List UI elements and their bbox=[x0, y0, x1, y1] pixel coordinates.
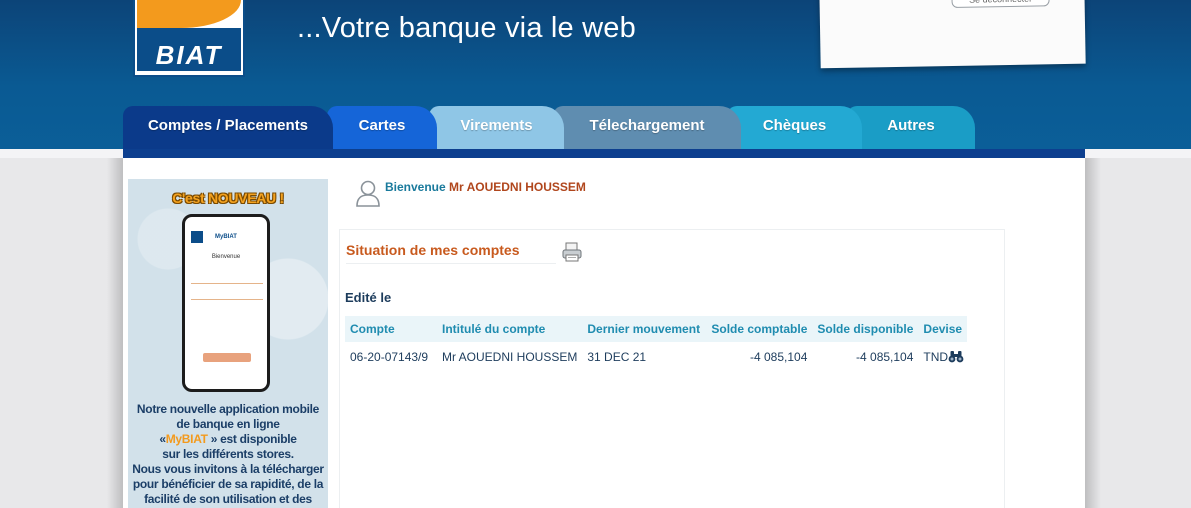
book-balance: -4 085,104 bbox=[750, 350, 808, 364]
promo-line: de banque en ligne bbox=[176, 417, 280, 431]
content-shadow-right bbox=[1085, 158, 1101, 508]
phone-logo-icon bbox=[191, 231, 203, 243]
promo-line: facilité de son utilisation et des bbox=[144, 492, 312, 506]
tab-label: Virements bbox=[460, 117, 533, 134]
phone-welcome-text: Bienvenue bbox=[211, 254, 241, 260]
promo-brand: MyBIAT bbox=[165, 432, 208, 446]
phone-connect-button bbox=[203, 353, 251, 362]
printer-icon[interactable] bbox=[561, 241, 583, 263]
tab-label: Chèques bbox=[762, 117, 827, 134]
phone-field-password bbox=[191, 291, 263, 300]
tab-cartes[interactable]: Cartes bbox=[327, 106, 437, 149]
tagline: ...Votre banque via le web bbox=[297, 12, 636, 44]
tab-cheques[interactable]: Chèques bbox=[727, 106, 862, 149]
phone-illustration: MyBIAT Bienvenue bbox=[182, 214, 270, 392]
promo-quote-post: » est disponible bbox=[207, 432, 297, 446]
promo-line: Notre nouvelle application mobile bbox=[136, 402, 320, 416]
col-solde-comptable: Solde comptable bbox=[706, 316, 813, 342]
promo-line: «MyBIAT » est disponible bbox=[130, 432, 326, 447]
promo-line: sur les différents stores. bbox=[162, 447, 294, 461]
logo-orange-shape bbox=[137, 0, 241, 28]
available-balance: -4 085,104 bbox=[856, 350, 914, 364]
binoculars-icon[interactable] bbox=[948, 349, 964, 363]
edited-date-label: Edité le bbox=[345, 290, 392, 305]
content-shadow-left bbox=[107, 158, 123, 508]
col-intitule: Intitulé du compte bbox=[437, 316, 583, 342]
accounts-title: Situation de mes comptes bbox=[346, 242, 520, 258]
account-number[interactable]: 06-20-07143/9 bbox=[345, 342, 437, 372]
tab-label: Cartes bbox=[358, 117, 406, 134]
user-icon bbox=[356, 180, 380, 207]
nav-underline-bar bbox=[123, 149, 1085, 158]
welcome-greeting: Bienvenue bbox=[385, 180, 446, 194]
tab-label: Comptes / Placements bbox=[147, 117, 309, 134]
accounts-table: Compte Intitulé du compte Dernier mouvem… bbox=[345, 316, 968, 372]
main-nav-tabs: Comptes / Placements Cartes Virements Té… bbox=[123, 106, 1085, 149]
tab-telechargement[interactable]: Télechargement bbox=[553, 106, 741, 149]
col-compte: Compte bbox=[345, 316, 437, 342]
account-holder: Mr AOUEDNI HOUSSEM bbox=[442, 350, 578, 364]
promo-line: pour bénéficier de sa rapidité, de la bbox=[132, 477, 324, 491]
promo-title: C'est NOUVEAU ! bbox=[172, 190, 284, 206]
logout-button[interactable]: Se déconnecter bbox=[951, 0, 1050, 9]
promo-description: Notre nouvelle application mobile de ban… bbox=[130, 402, 326, 507]
logo-text: BIAT bbox=[155, 40, 223, 70]
table-header-row: Compte Intitulé du compte Dernier mouvem… bbox=[345, 316, 968, 342]
phone-app-name: MyBIAT bbox=[215, 234, 237, 240]
tab-label: Autres bbox=[887, 117, 935, 134]
biat-logo[interactable]: BIAT bbox=[133, 0, 245, 77]
tab-label: Télechargement bbox=[589, 117, 705, 134]
session-panel: Se déconnecter bbox=[819, 0, 1086, 69]
last-movement: 31 DEC 21 bbox=[587, 350, 647, 364]
table-row[interactable]: 06-20-07143/9 Mr AOUEDNI HOUSSEM 31 DEC … bbox=[345, 342, 967, 372]
tab-comptes-placements[interactable]: Comptes / Placements bbox=[123, 106, 333, 149]
col-solde-disponible: Solde disponible bbox=[812, 316, 919, 342]
col-devise: Devise bbox=[918, 316, 968, 342]
tab-autres[interactable]: Autres bbox=[847, 106, 975, 149]
promo-line: Nous vous invitons à la télécharger bbox=[132, 462, 324, 476]
tab-virements[interactable]: Virements bbox=[429, 106, 564, 149]
phone-field-login bbox=[191, 275, 263, 284]
col-dernier-mouvement: Dernier mouvement bbox=[582, 316, 707, 342]
client-name: Mr AOUEDNI HOUSSEM bbox=[449, 180, 586, 194]
welcome-message: Bienvenue Mr AOUEDNI HOUSSEM bbox=[385, 180, 586, 194]
title-divider bbox=[346, 263, 556, 264]
mybiat-promo-banner[interactable]: C'est NOUVEAU ! MyBIAT Bienvenue Notre n… bbox=[128, 179, 328, 508]
